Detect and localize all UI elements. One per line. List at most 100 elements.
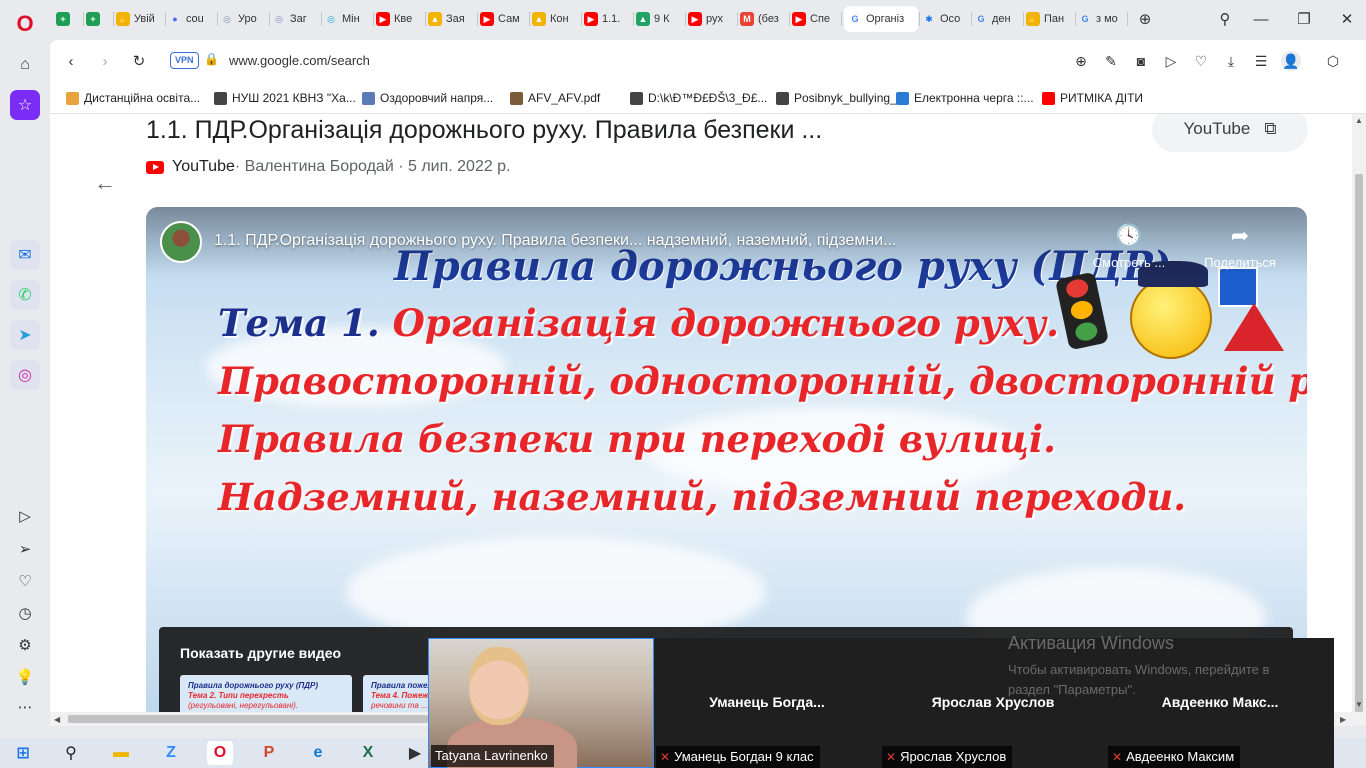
browser-tab[interactable]: Gден: [974, 6, 1022, 32]
clock-icon: 🕓: [1115, 223, 1143, 248]
scroll-left-icon[interactable]: ◀: [54, 715, 60, 724]
share-button[interactable]: ➦ Поделиться: [1190, 223, 1290, 270]
more-video-thumb[interactable]: Правила пожеж... Тема 4. Пожеж... речови…: [363, 675, 433, 712]
reload-icon[interactable]: ↻: [128, 50, 150, 72]
browser-tab[interactable]: ◎ Уро: [220, 6, 268, 32]
browser-tab[interactable]: ▶ 1.1.: [584, 6, 632, 32]
browser-tab[interactable]: ▲ 9 К: [636, 6, 684, 32]
result-author-date: · Валентина Бородай · 5 лип. 2022 р.: [234, 158, 511, 175]
url-field[interactable]: www.google.com/search: [229, 53, 370, 68]
share-icon: ➦: [1230, 223, 1250, 248]
search-tabs-icon[interactable]: ⚲: [1214, 8, 1236, 30]
participant-tile[interactable]: Уманець Богда... ✕ Уманець Богдан 9 клас: [654, 638, 880, 768]
more-icon[interactable]: ⋯: [14, 696, 36, 718]
heart-icon[interactable]: ♡: [14, 570, 36, 592]
browser-tab[interactable]: ▲ Кон: [532, 6, 580, 32]
open-youtube-button[interactable]: YouTube ⧉: [1152, 114, 1308, 152]
thumb-line: Правила пожеж...: [371, 681, 433, 690]
back-arrow-icon[interactable]: ‹: [60, 50, 82, 72]
edge-icon[interactable]: e: [305, 741, 331, 765]
watch-later-button[interactable]: 🕓 Смотреть ...: [1084, 223, 1174, 270]
zoom-app-icon[interactable]: Z: [158, 741, 184, 765]
youtube-logo-icon: [146, 160, 164, 174]
tips-icon[interactable]: 💡: [14, 666, 36, 688]
opera-app-icon[interactable]: O: [207, 741, 233, 765]
bookmark-item[interactable]: РИТМІКА ДІТИ: [1042, 91, 1143, 105]
scroll-up-icon[interactable]: ▲: [1355, 116, 1363, 125]
zoom-icon[interactable]: ⊕: [1071, 51, 1091, 71]
history-icon[interactable]: ◷: [14, 602, 36, 624]
profile-icon[interactable]: 👤: [1281, 51, 1301, 71]
lock-icon[interactable]: 🔒: [204, 52, 219, 66]
scroll-right-icon[interactable]: ▶: [1340, 715, 1346, 724]
browser-tab[interactable]: ✱ Осо: [922, 6, 970, 32]
snapshot-icon[interactable]: ◙: [1131, 51, 1151, 71]
browser-tab[interactable]: ◎ Заг: [272, 6, 320, 32]
download-icon[interactable]: ⤓: [1221, 51, 1241, 71]
home-icon[interactable]: ⌂: [10, 50, 40, 80]
vpn-badge[interactable]: VPN: [170, 52, 199, 69]
opera-logo-icon[interactable]: O: [10, 9, 40, 39]
forward-arrow-icon[interactable]: ›: [94, 50, 116, 72]
channel-avatar[interactable]: [160, 221, 202, 263]
back-arrow-icon[interactable]: ←: [94, 170, 116, 196]
maximize-icon[interactable]: ❐: [1293, 8, 1315, 30]
media-player-icon[interactable]: ▶: [402, 741, 428, 765]
extensions-icon[interactable]: ⬡: [1323, 51, 1343, 71]
browser-tab[interactable]: +: [86, 6, 112, 32]
bookmark-item[interactable]: AFV_AFV.pdf: [510, 91, 600, 105]
bookmark-item[interactable]: Posibnyk_bullying_...: [776, 91, 907, 105]
instagram-icon[interactable]: ◎: [10, 360, 40, 390]
speed-dial-icon[interactable]: ☆: [10, 90, 40, 120]
vertical-scrollbar[interactable]: ▲ ▼: [1352, 114, 1366, 714]
video-title[interactable]: 1.1. ПДР.Організація дорожнього руху. Пр…: [214, 232, 1070, 250]
send-tab-icon[interactable]: ▷: [1161, 51, 1181, 71]
bookmark-item[interactable]: D:\k\Ð™Ð£ÐŠ\3_Ð£...: [630, 91, 767, 105]
browser-tab[interactable]: ▶ Спе: [792, 6, 840, 32]
bookmark-item[interactable]: Електронна черга ::...: [896, 91, 1034, 105]
participant-video-tile[interactable]: Tatyana Lavrinenko: [428, 638, 654, 768]
browser-tab[interactable]: ◎ Мін: [324, 6, 372, 32]
browser-tab[interactable]: ▶ Кве: [376, 6, 424, 32]
search-icon[interactable]: ⚲: [58, 741, 84, 765]
file-explorer-icon[interactable]: ▬: [108, 741, 134, 765]
bookmark-label: Електронна черга ::...: [914, 91, 1034, 105]
browser-tab[interactable]: ✋ Пан: [1026, 6, 1074, 32]
browser-tab[interactable]: ✋ Увій: [116, 6, 164, 32]
browser-tab[interactable]: M (без: [740, 6, 788, 32]
browser-tab[interactable]: G Організ: [844, 6, 918, 32]
result-title[interactable]: 1.1. ПДР.Організація дорожнього руху. Пр…: [146, 116, 822, 145]
bookmark-item[interactable]: Дистанційна освіта...: [66, 91, 200, 105]
browser-tab[interactable]: ▶ рух: [688, 6, 736, 32]
send-icon[interactable]: ➢: [14, 538, 36, 560]
bookmark-item[interactable]: Оздоровчий напря...: [362, 91, 493, 105]
more-videos-label: Показать другие видео: [180, 645, 342, 661]
excel-icon[interactable]: X: [355, 741, 381, 765]
bookmark-item[interactable]: НУШ 2021 КВНЗ "Ха...: [214, 91, 356, 105]
close-window-icon[interactable]: ✕: [1336, 8, 1358, 30]
minimize-icon[interactable]: —: [1250, 8, 1272, 30]
settings-icon[interactable]: ⚙: [14, 634, 36, 656]
tab-favicon-icon: G: [1081, 14, 1089, 24]
easy-setup-icon[interactable]: ☰: [1251, 51, 1271, 71]
scroll-down-icon[interactable]: ▼: [1355, 700, 1363, 709]
whatsapp-icon[interactable]: ✆: [10, 280, 40, 310]
powerpoint-icon[interactable]: P: [256, 741, 282, 765]
player-icon[interactable]: ▷: [14, 505, 36, 527]
bookmark-heart-icon[interactable]: ♡: [1191, 51, 1211, 71]
scrollbar-thumb[interactable]: [1355, 174, 1363, 714]
browser-tab[interactable]: Gз мо: [1078, 6, 1126, 32]
tab-label: Зая: [446, 13, 465, 25]
edit-icon[interactable]: ✎: [1101, 51, 1121, 71]
browser-tab[interactable]: ● cou: [168, 6, 216, 32]
browser-tab[interactable]: ▲ Зая: [428, 6, 476, 32]
windows-start-icon[interactable]: ⊞: [10, 741, 36, 765]
messenger-icon[interactable]: ✉: [10, 240, 40, 270]
scrollbar-thumb[interactable]: [68, 715, 428, 723]
browser-tab[interactable]: +: [56, 6, 82, 32]
more-video-thumb[interactable]: Правила дорожнього руху (ПДР) Тема 2. Ти…: [180, 675, 352, 712]
telegram-icon[interactable]: ➤: [10, 320, 40, 350]
smiley-officer-icon: [1130, 261, 1212, 359]
browser-tab[interactable]: ▶ Сам: [480, 6, 528, 32]
new-tab-icon[interactable]: ⊕: [1134, 8, 1156, 30]
